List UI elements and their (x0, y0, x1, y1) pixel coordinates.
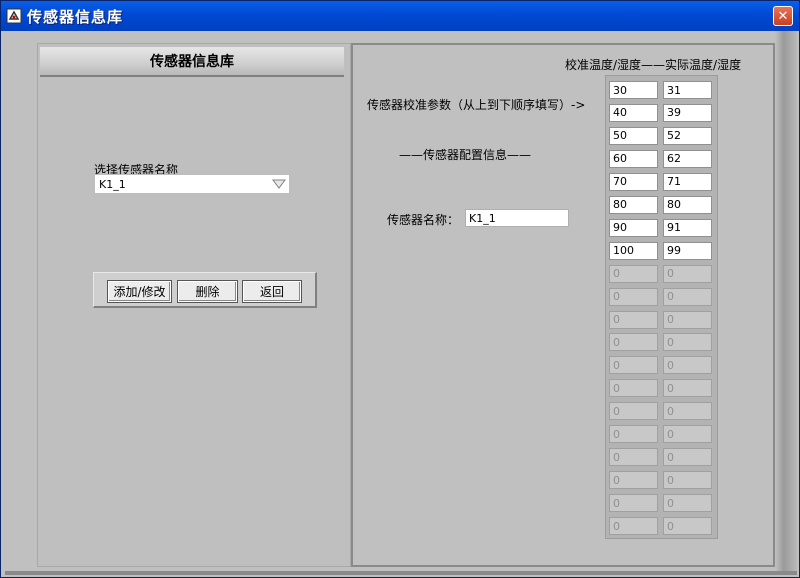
calibration-value-cell[interactable]: 80 (609, 195, 658, 214)
columns-header: 校准温度/湿度——实际温度/湿度 (565, 58, 742, 72)
calibration-params-label: 传感器校准参数（从上到下顺序填写）-> (367, 98, 586, 112)
sensor-select-value: K1_1 (99, 177, 126, 191)
delete-button[interactable]: 删除 (177, 280, 238, 303)
calibration-value-cell: 0 (609, 402, 658, 421)
close-icon: ✕ (777, 8, 789, 24)
calibration-value-cell: 0 (609, 425, 658, 444)
calibration-value-cell[interactable]: 90 (609, 218, 658, 237)
calibration-value-cell: 0 (609, 379, 658, 398)
sensor-name-label: 传感器名称： (387, 213, 460, 227)
actual-value-cell: 0 (663, 287, 712, 306)
actual-value-cell[interactable]: 62 (663, 149, 712, 168)
calibration-value-cell: 0 (609, 310, 658, 329)
calibration-value-cell[interactable]: 30 (609, 81, 658, 99)
calibration-value-cell: 0 (609, 333, 658, 352)
button-group: 添加/修改 删除 返回 (93, 272, 317, 308)
close-button[interactable]: ✕ (773, 6, 793, 26)
actual-value-cell: 0 (663, 264, 712, 283)
calibration-value-cell[interactable]: 100 (609, 241, 658, 260)
window-frame-edge (775, 31, 797, 575)
back-button[interactable]: 返回 (242, 280, 302, 303)
dropdown-arrow-icon[interactable] (269, 175, 289, 193)
title-bar[interactable]: 传感器信息库 ✕ (1, 1, 799, 31)
actual-value-cell: 0 (663, 425, 712, 444)
add-edit-button[interactable]: 添加/修改 (107, 280, 172, 303)
actual-value-cell: 0 (663, 517, 712, 536)
calibration-grid: 30 31 40 39 50 52 60 62 70 71 80 80 90 91 100 99 0 0 0 0 0 0 0… (605, 75, 718, 539)
actual-value-cell[interactable]: 91 (663, 218, 712, 237)
calibration-value-cell: 0 (609, 287, 658, 306)
panel-header: 传感器信息库 (40, 47, 344, 77)
actual-value-cell[interactable]: 52 (663, 126, 712, 145)
actual-value-cell[interactable]: 99 (663, 241, 712, 260)
calibration-value-cell[interactable]: 70 (609, 172, 658, 191)
sensor-select[interactable]: K1_1 (94, 174, 290, 194)
window-title: 传感器信息库 (27, 7, 124, 26)
calibration-value-cell: 0 (609, 471, 658, 490)
client-area: 传感器信息库 选择传感器名称 K1_1 添加/修改 删除 返回 校准温度/湿度—… (5, 31, 797, 575)
actual-value-cell[interactable]: 31 (663, 81, 712, 99)
actual-value-cell: 0 (663, 356, 712, 375)
calibration-value-cell: 0 (609, 517, 658, 536)
main-window: 传感器信息库 ✕ 传感器信息库 选择传感器名称 K1_1 添加/修改 删除 返回… (0, 0, 800, 578)
actual-value-cell: 0 (663, 494, 712, 513)
actual-value-cell[interactable]: 71 (663, 172, 712, 191)
app-icon (6, 8, 22, 24)
calibration-value-cell: 0 (609, 356, 658, 375)
right-panel: 校准温度/湿度——实际温度/湿度 传感器校准参数（从上到下顺序填写）-> ——传… (351, 43, 775, 567)
actual-value-cell: 0 (663, 310, 712, 329)
config-info-label: ——传感器配置信息—— (399, 148, 532, 162)
calibration-value-cell: 0 (609, 448, 658, 467)
left-panel: 传感器信息库 选择传感器名称 K1_1 添加/修改 删除 返回 (37, 43, 351, 567)
calibration-value-cell[interactable]: 60 (609, 149, 658, 168)
window-bottom-edge (5, 571, 797, 575)
actual-value-cell[interactable]: 80 (663, 195, 712, 214)
calibration-value-cell[interactable]: 40 (609, 103, 658, 122)
actual-value-cell: 0 (663, 333, 712, 352)
calibration-value-cell[interactable]: 50 (609, 126, 658, 145)
sensor-name-input[interactable]: K1_1 (465, 209, 569, 227)
actual-value-cell: 0 (663, 471, 712, 490)
actual-value-cell[interactable]: 39 (663, 103, 712, 122)
actual-value-cell: 0 (663, 402, 712, 421)
calibration-value-cell: 0 (609, 264, 658, 283)
actual-value-cell: 0 (663, 448, 712, 467)
calibration-value-cell: 0 (609, 494, 658, 513)
actual-value-cell: 0 (663, 379, 712, 398)
